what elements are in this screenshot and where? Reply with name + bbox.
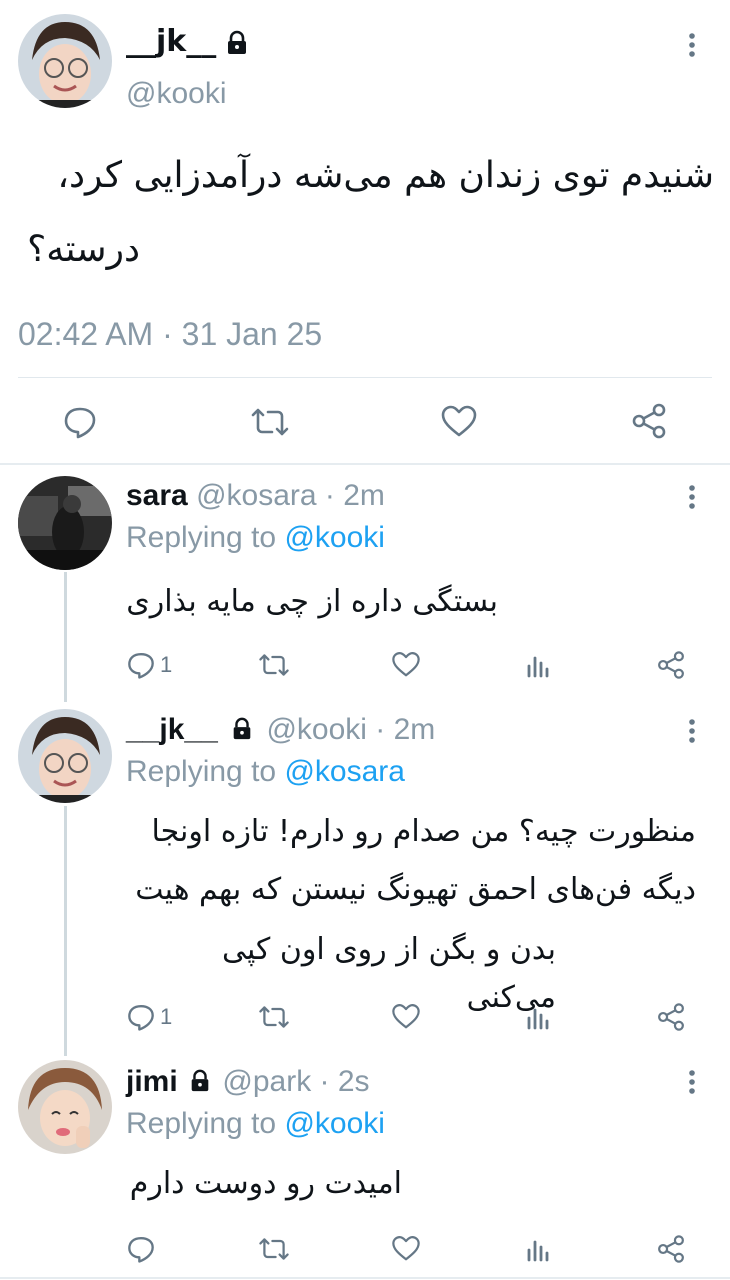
- like-icon[interactable]: [440, 404, 478, 440]
- retweet-icon[interactable]: [258, 1234, 290, 1264]
- more-icon[interactable]: [682, 483, 702, 513]
- tweet-text-line1: شنیدم توی زندان هم می‌شه درآمدزایی کرد،: [57, 155, 714, 196]
- replying-to: Replying to @kosara: [126, 754, 405, 790]
- like-icon[interactable]: [391, 1234, 421, 1264]
- avatar-image: [18, 709, 112, 803]
- reply-text: بستگی داره از چی مایه بذاری: [126, 584, 498, 619]
- handle-time[interactable]: @kooki · 2m: [266, 713, 435, 746]
- reply-count: 1: [160, 652, 173, 677]
- reply-icon[interactable]: 1: [126, 650, 172, 680]
- replying-to-link[interactable]: @kooki: [284, 521, 385, 554]
- retweet-icon[interactable]: [250, 404, 290, 440]
- handle[interactable]: @kooki: [126, 76, 227, 112]
- retweet-icon[interactable]: [258, 650, 290, 680]
- reply-header: __jk__ @kooki · 2m: [126, 712, 435, 748]
- retweet-icon[interactable]: [258, 1002, 290, 1032]
- display-name[interactable]: __jk__: [126, 713, 218, 746]
- lock-icon: [224, 30, 250, 56]
- reply-header: jimi @park · 2s: [126, 1064, 370, 1100]
- share-icon[interactable]: [656, 1234, 686, 1264]
- section-divider: [0, 463, 730, 465]
- replying-to-link[interactable]: @kosara: [284, 755, 405, 788]
- like-icon[interactable]: [391, 1002, 421, 1032]
- bottom-divider: [0, 1277, 730, 1279]
- avatar-jk[interactable]: [18, 14, 112, 108]
- thread-line: [64, 806, 67, 1056]
- lock-icon: [188, 1066, 212, 1092]
- share-icon[interactable]: [656, 650, 686, 680]
- analytics-icon[interactable]: [526, 1004, 552, 1030]
- share-icon[interactable]: [656, 1002, 686, 1032]
- share-icon[interactable]: [630, 402, 668, 440]
- avatar-image: [18, 1060, 112, 1154]
- reply-text-line3: بدن و بگن از روی اون کپی می‌کنی: [221, 932, 556, 1015]
- more-icon[interactable]: [682, 717, 702, 747]
- timestamp: 02:42 AM · 31 Jan 25: [18, 316, 323, 352]
- handle-time[interactable]: @kosara · 2m: [196, 479, 385, 512]
- display-name[interactable]: __jk__: [126, 24, 216, 60]
- reply-icon[interactable]: 1: [126, 1002, 172, 1032]
- reply-text: امیدت رو دوست دارم: [129, 1166, 402, 1201]
- lock-icon: [230, 714, 254, 740]
- reply-header: sara @kosara · 2m: [126, 478, 385, 514]
- replying-to: Replying to @kooki: [126, 520, 385, 556]
- thread-line: [64, 572, 67, 702]
- replying-prefix: Replying to: [126, 521, 277, 554]
- more-icon[interactable]: [682, 31, 702, 61]
- replying-prefix: Replying to: [126, 755, 277, 788]
- reply-icon[interactable]: [62, 404, 98, 440]
- like-icon[interactable]: [391, 650, 421, 680]
- avatar-image: [18, 14, 112, 108]
- avatar-sara[interactable]: [18, 476, 112, 570]
- tweet-text-line2: درسته؟: [27, 229, 140, 270]
- display-name[interactable]: sara: [126, 479, 188, 512]
- reply-text-line2: دیگه فن‌های احمق تهیونگ نیستن که بهم هیت: [135, 872, 696, 907]
- replying-prefix: Replying to: [126, 1107, 277, 1140]
- analytics-icon[interactable]: [526, 1236, 552, 1262]
- analytics-icon[interactable]: [526, 652, 552, 678]
- replying-to-link[interactable]: @kooki: [284, 1107, 385, 1140]
- display-name[interactable]: jimi: [126, 1065, 178, 1098]
- handle-time[interactable]: @park · 2s: [222, 1065, 369, 1098]
- reply-icon[interactable]: [126, 1234, 156, 1264]
- avatar-image: [18, 476, 112, 570]
- avatar-jk[interactable]: [18, 709, 112, 803]
- replying-to: Replying to @kooki: [126, 1106, 385, 1142]
- more-icon[interactable]: [682, 1068, 702, 1098]
- reply-count: 1: [160, 1004, 173, 1029]
- divider: [18, 377, 712, 378]
- avatar-jimi[interactable]: [18, 1060, 112, 1154]
- reply-text-line1: منظورت چیه؟ من صدام رو دارم! تازه اونجا: [151, 814, 696, 849]
